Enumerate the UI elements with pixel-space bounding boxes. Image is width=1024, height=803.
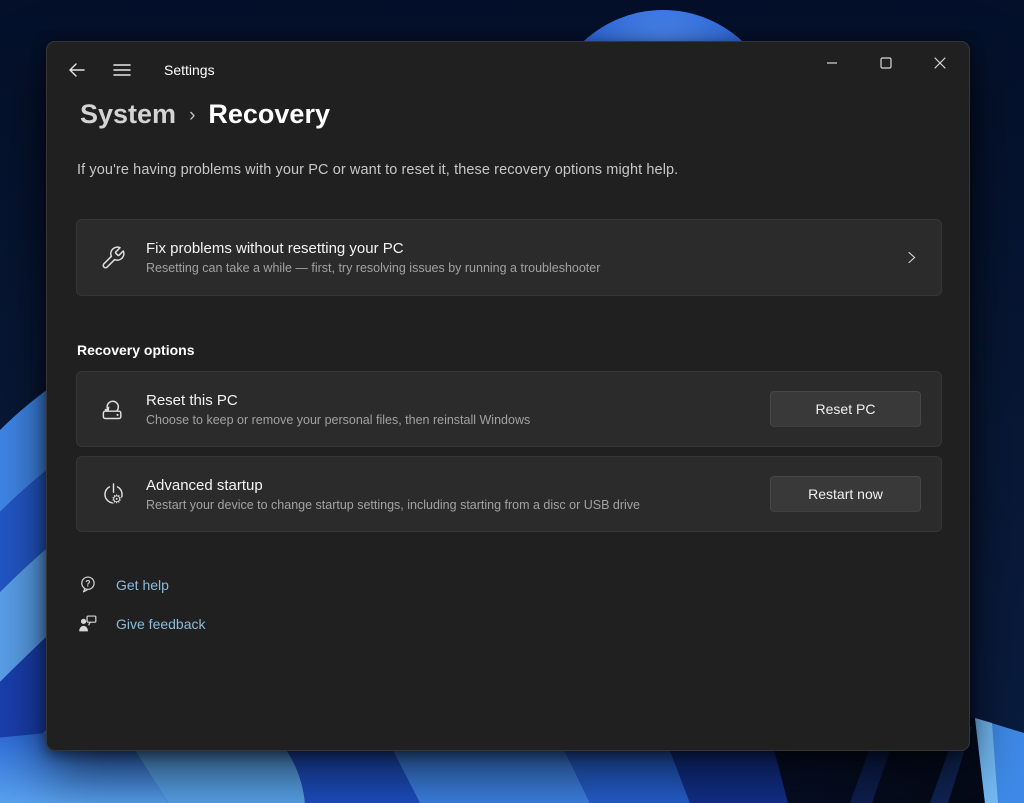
- help-bubble-icon: ?: [77, 574, 98, 595]
- section-header: Recovery options: [77, 342, 194, 358]
- advanced-startup-icon: ⚙: [98, 479, 128, 509]
- page-title: Recovery: [208, 99, 330, 130]
- card-subtitle: Choose to keep or remove your personal f…: [146, 413, 770, 427]
- page-description: If you're having problems with your PC o…: [77, 162, 678, 178]
- restart-now-button[interactable]: Restart now: [770, 476, 921, 512]
- get-help-link[interactable]: ? Get help: [77, 574, 169, 595]
- reset-pc-button[interactable]: Reset PC: [770, 391, 921, 427]
- card-title: Advanced startup: [146, 477, 770, 494]
- card-title: Reset this PC: [146, 392, 770, 409]
- advanced-startup-card: ⚙ Advanced startup Restart your device t…: [76, 456, 942, 532]
- breadcrumb-system[interactable]: System: [80, 99, 176, 130]
- reset-this-pc-card: Reset this PC Choose to keep or remove y…: [76, 371, 942, 447]
- svg-text:?: ?: [85, 579, 90, 589]
- get-help-label[interactable]: Get help: [116, 577, 169, 593]
- feedback-person-icon: [77, 613, 98, 634]
- card-title: Fix problems without resetting your PC: [146, 240, 904, 257]
- chevron-right-icon: [904, 250, 919, 265]
- wrench-icon: [98, 243, 128, 273]
- svg-text:⚙: ⚙: [111, 492, 122, 506]
- give-feedback-label[interactable]: Give feedback: [116, 616, 206, 632]
- page-content: System › Recovery If you're having probl…: [76, 42, 940, 750]
- give-feedback-link[interactable]: Give feedback: [77, 613, 206, 634]
- card-subtitle: Resetting can take a while — first, try …: [146, 261, 904, 275]
- reset-pc-icon: [98, 394, 128, 424]
- settings-window: Settings System › Recovery: [46, 41, 970, 751]
- fix-problems-card[interactable]: Fix problems without resetting your PC R…: [76, 219, 942, 296]
- breadcrumb: System › Recovery: [80, 99, 330, 130]
- breadcrumb-separator-icon: ›: [189, 102, 195, 127]
- card-subtitle: Restart your device to change startup se…: [146, 498, 770, 512]
